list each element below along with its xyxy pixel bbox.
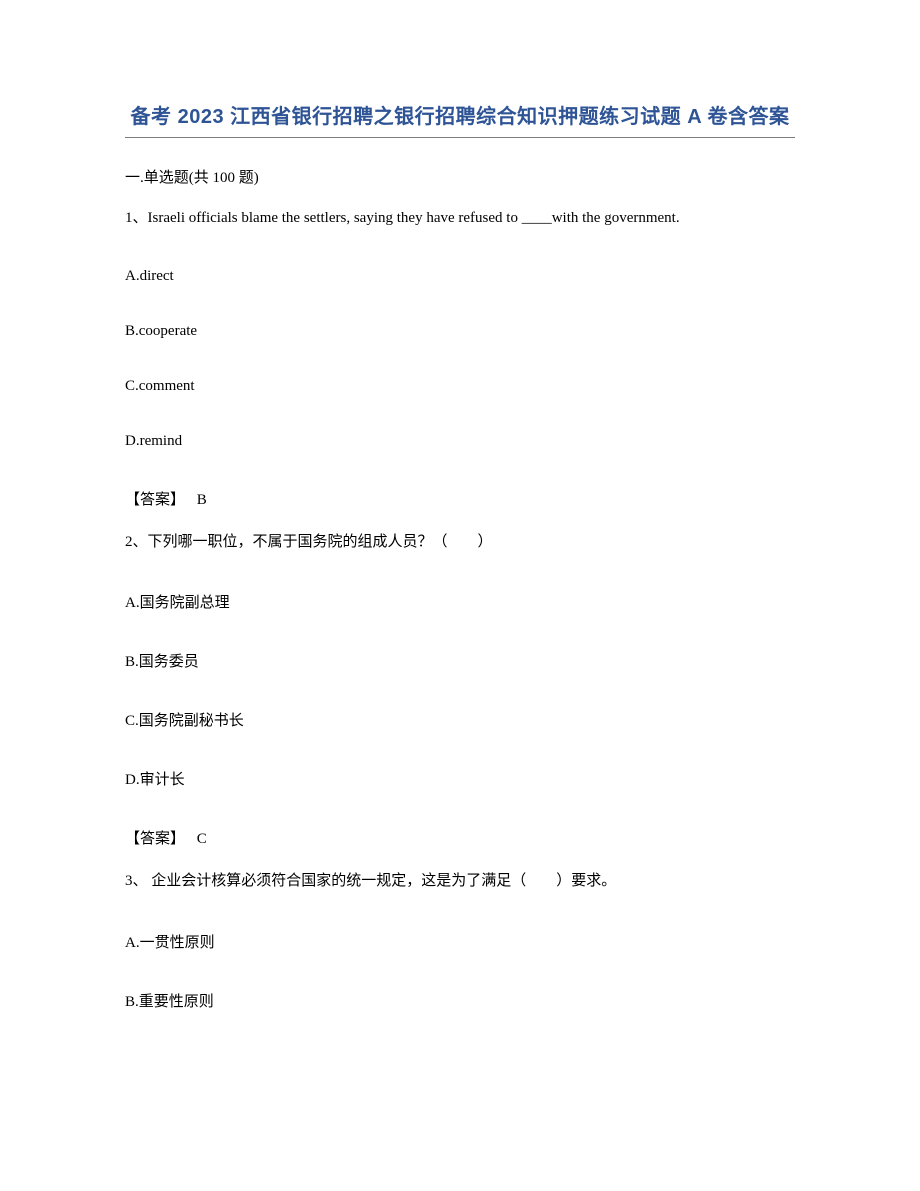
option-b: B.国务委员	[125, 650, 795, 671]
section-header: 一.单选题(共 100 题)	[125, 166, 795, 187]
question-number: 2、	[125, 534, 148, 550]
answer-value: C	[197, 831, 207, 847]
answer-value: B	[197, 492, 207, 508]
answer-label: 【答案】	[125, 492, 185, 508]
question-2: 2、下列哪一职位，不属于国务院的组成人员？（ ）	[125, 531, 795, 554]
question-3: 3、 企业会计核算必须符合国家的统一规定，这是为了满足（ ）要求。	[125, 870, 795, 893]
answer-label: 【答案】	[125, 831, 185, 847]
question-text: 企业会计核算必须符合国家的统一规定，这是为了满足（ ）要求。	[148, 873, 617, 889]
title-underline	[125, 137, 795, 138]
question-number: 1、	[125, 210, 148, 226]
answer-1: 【答案】 B	[125, 488, 795, 509]
page-title: 备考 2023 江西省银行招聘之银行招聘综合知识押题练习试题 A 卷含答案	[125, 100, 795, 129]
question-1: 1、Israeli officials blame the settlers, …	[125, 207, 795, 230]
option-c: C.国务院副秘书长	[125, 709, 795, 730]
answer-2: 【答案】 C	[125, 827, 795, 848]
question-number: 3、	[125, 873, 148, 889]
option-a: A.一贯性原则	[125, 931, 795, 952]
option-a: A.direct	[125, 268, 795, 285]
option-c: C.comment	[125, 378, 795, 395]
option-d: D.remind	[125, 433, 795, 450]
option-b: B.重要性原则	[125, 990, 795, 1011]
option-a: A.国务院副总理	[125, 591, 795, 612]
question-text: Israeli officials blame the settlers, sa…	[148, 210, 680, 226]
option-d: D.审计长	[125, 768, 795, 789]
option-b: B.cooperate	[125, 323, 795, 340]
question-text: 下列哪一职位，不属于国务院的组成人员？（ ）	[148, 534, 493, 550]
